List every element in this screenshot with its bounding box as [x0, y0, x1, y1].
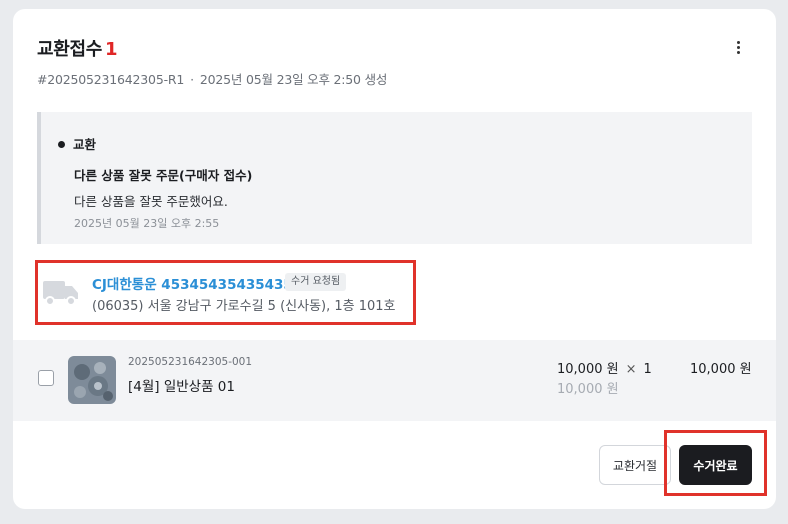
- item-code: 202505231642305-001: [128, 356, 253, 368]
- pickup-address: (06035) 서울 강남구 가로수길 5 (신사동), 1층 101호: [92, 299, 396, 314]
- title-count: 1: [105, 39, 118, 60]
- item-total: 10,000 원: [690, 362, 752, 377]
- table-row: 202505231642305-001 [4월] 일반상품 01 10,000 …: [13, 340, 776, 421]
- item-quantity: 1: [643, 362, 652, 377]
- tracking-link[interactable]: CJ대한통운 45345435435435: [92, 273, 293, 293]
- button-highlight-box: [664, 430, 767, 496]
- item-name: [4월] 일반상품 01: [128, 379, 235, 395]
- times-icon: ×: [625, 362, 637, 377]
- truck-icon: [43, 281, 78, 306]
- status-badge: 수거 요청됨: [285, 273, 347, 291]
- meta-separator: ·: [190, 72, 194, 87]
- product-thumbnail: [68, 356, 116, 404]
- reason-description: 다른 상품을 잘못 주문했어요.: [74, 194, 228, 209]
- item-checkbox[interactable]: [38, 370, 54, 386]
- page-title: 교환접수 1: [37, 35, 118, 61]
- order-meta: #202505231642305-R1 · 2025년 05월 23일 오후 2:5…: [37, 69, 387, 88]
- reason-date: 2025년 05월 23일 오후 2:55: [74, 217, 220, 230]
- item-unit-price: 10,000 원 × 1: [557, 358, 652, 377]
- more-options-icon[interactable]: [726, 37, 750, 57]
- reject-exchange-button[interactable]: 교환거절: [599, 445, 671, 485]
- title-text: 교환접수: [37, 39, 103, 60]
- created-date: 2025년 05월 23일 오후 2:50 생성: [199, 72, 388, 87]
- exchange-reason-box: 교환 다른 상품 잘못 주문(구매자 접수) 다른 상품을 잘못 주문했어요. …: [37, 112, 752, 244]
- item-original-price: 10,000 원: [557, 382, 619, 397]
- unit-price-value: 10,000 원: [557, 362, 619, 377]
- reason-type: 교환: [58, 134, 96, 153]
- reason-title: 다른 상품 잘못 주문(구매자 접수): [74, 168, 253, 183]
- exchange-card: 교환접수 1 #202505231642305-R1 · 2025년 05월 23일 …: [13, 9, 776, 509]
- order-id: #202505231642305-R1: [37, 72, 185, 87]
